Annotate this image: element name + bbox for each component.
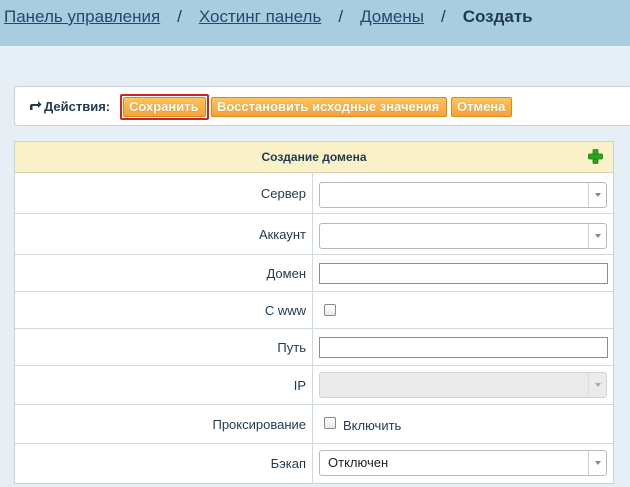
row-server: Сервер [15,173,613,214]
cancel-button[interactable]: Отмена [451,97,512,117]
backup-label: Бэкап [15,444,313,483]
server-label: Сервер [15,173,313,213]
breadcrumb-separator: / [440,7,446,26]
account-label: Аккаунт [15,214,313,254]
chevron-down-icon [588,224,606,248]
actions-label: Действия: [29,99,110,114]
row-ip: IP [15,366,613,405]
row-proxy: Проксирование Включить [15,405,613,444]
breadcrumb-separator: / [177,7,182,26]
domain-input[interactable] [319,263,608,284]
breadcrumb: Панель управления / Хостинг панель / Домены /… [4,7,533,27]
www-label: С www [15,292,313,328]
form-title: Создание домена [261,150,367,164]
row-domain: Домен [15,255,613,292]
domain-label: Домен [15,255,313,291]
row-backup: Бэкап Отключен [15,444,613,483]
breadcrumb-hosting-panel[interactable]: Хостинг панель [199,7,321,26]
www-checkbox[interactable] [324,304,336,316]
ip-label: IP [15,366,313,404]
save-button[interactable]: Сохранить [123,97,206,117]
proxy-label: Проксирование [15,405,313,443]
chevron-down-icon [588,373,606,397]
create-domain-form: Создание домена Сервер Аккаунт Домен С w… [14,141,614,484]
chevron-down-icon [588,183,606,207]
backup-select-value: Отключен [328,455,389,470]
breadcrumb-current: Создать [462,7,533,26]
path-input[interactable] [319,337,608,358]
form-header: Создание домена [15,142,613,173]
restore-defaults-button[interactable]: Восстановить исходные значения [211,97,447,117]
path-label: Путь [15,329,313,365]
proxy-checkbox-label[interactable]: Включить [343,418,401,433]
plus-icon[interactable] [588,149,603,164]
breadcrumb-separator: / [338,7,344,26]
actions-label-text: Действия: [44,99,111,114]
server-select[interactable] [319,182,607,208]
actions-panel: Действия: Сохранить Восстановить исходны… [14,86,630,126]
row-account: Аккаунт [15,214,613,255]
top-bar: Панель управления / Хостинг панель / Домены /… [0,0,630,46]
breadcrumb-domains[interactable]: Домены [360,7,424,26]
row-path: Путь [15,329,613,366]
chevron-down-icon [588,451,606,475]
ip-select [319,372,607,398]
backup-select[interactable]: Отключен [319,450,607,476]
share-arrow-icon [29,99,42,114]
breadcrumb-control-panel[interactable]: Панель управления [4,7,160,26]
row-www: С www [15,292,613,329]
proxy-checkbox[interactable] [324,417,336,429]
account-select[interactable] [319,223,607,249]
